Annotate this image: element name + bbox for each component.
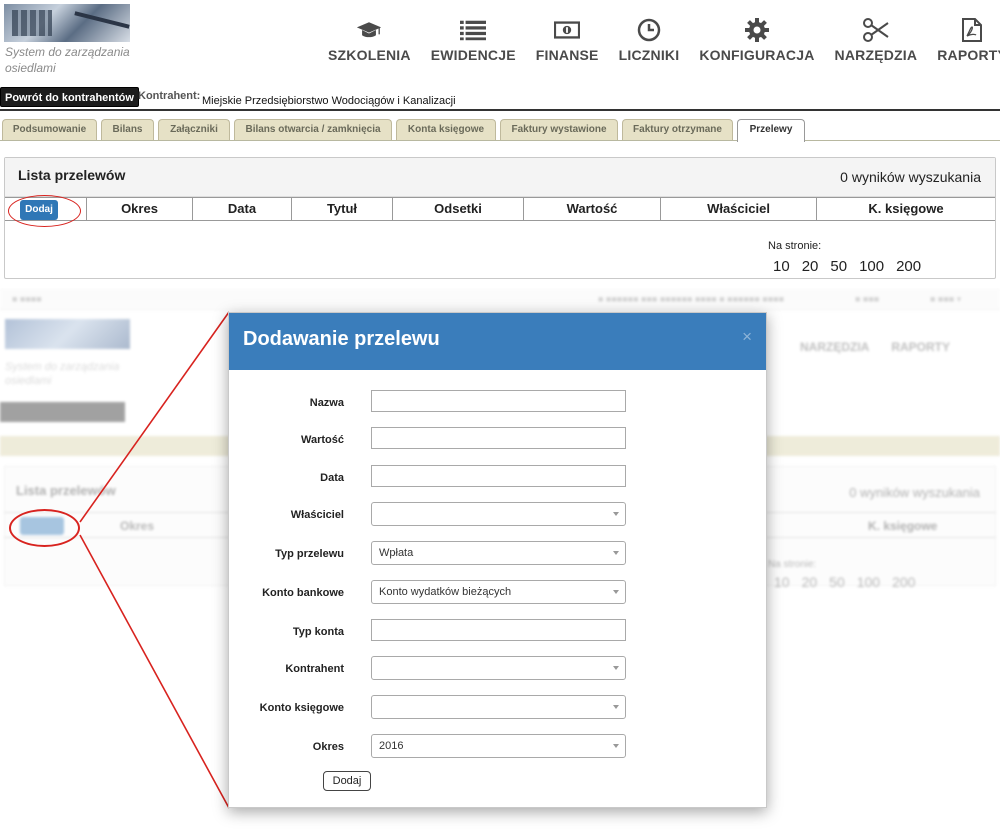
data-input[interactable] [371, 465, 626, 487]
per-page-50[interactable]: 50 [830, 258, 847, 275]
field-row-typ-przelewu: Typ przelewu Wpłata [229, 541, 766, 567]
tab-faktury-wystawione[interactable]: Faktury wystawione [500, 119, 618, 140]
chevron-down-icon [613, 512, 619, 516]
gear-icon [744, 18, 770, 42]
submit-add-button[interactable]: Dodaj [323, 771, 371, 791]
tab-bilans-otwarcia[interactable]: Bilans otwarcia / zamknięcia [234, 119, 392, 140]
money-icon [554, 18, 581, 42]
tab-konta-ksiegowe[interactable]: Konta księgowe [396, 119, 496, 140]
field-row-okres: Okres 2016 [229, 734, 766, 760]
highlight-ellipse-bottom [9, 509, 80, 547]
col-wlasciciel[interactable]: Właściciel [660, 198, 816, 220]
panel-header: Lista przelewów 0 wyników wyszukania [5, 158, 995, 197]
chevron-down-icon [613, 705, 619, 709]
field-row-konto-ksiegowe: Konto księgowe [229, 695, 766, 721]
field-row-nazwa: Nazwa [229, 390, 766, 416]
typ-przelewu-select[interactable]: Wpłata [371, 541, 626, 565]
label-typ-przelewu: Typ przelewu [275, 548, 344, 560]
highlight-ellipse-top [8, 195, 81, 227]
konto-bankowe-select[interactable]: Konto wydatków bieżących [371, 580, 626, 604]
col-okres[interactable]: Okres [86, 198, 192, 220]
col-k-ksiegowe[interactable]: K. księgowe [816, 198, 995, 220]
col-tytul[interactable]: Tytuł [291, 198, 392, 220]
tab-zalaczniki[interactable]: Załączniki [158, 119, 230, 140]
label-typ-konta: Typ konta [292, 626, 344, 638]
tab-faktury-otrzymane[interactable]: Faktury otrzymane [622, 119, 733, 140]
per-page-options: 10 20 50 100 200 [773, 258, 921, 275]
clock-icon [636, 18, 662, 42]
scissors-icon [862, 18, 889, 42]
list-icon [460, 18, 487, 42]
field-row-typ-konta: Typ konta [229, 619, 766, 645]
field-row-wartosc: Wartość [229, 427, 766, 453]
label-okres: Okres [312, 741, 344, 753]
add-transfer-modal: Dodawanie przelewu × Nazwa Wartość Data … [228, 312, 767, 808]
results-count: 0 wyników wyszukania [840, 169, 981, 185]
close-icon[interactable]: × [742, 327, 752, 347]
nav-narzedzia[interactable]: NARZĘDZIA [835, 18, 918, 68]
tab-przelewy[interactable]: Przelewy [737, 119, 805, 142]
tab-bar: Podsumowanie Bilans Załączniki Bilans ot… [0, 119, 1000, 142]
contractor-label: Kontrahent: [138, 90, 201, 102]
label-nazwa: Nazwa [309, 397, 344, 409]
tab-podsumowanie[interactable]: Podsumowanie [2, 119, 97, 140]
chevron-down-icon [613, 744, 619, 748]
konto-ksiegowe-select[interactable] [371, 695, 626, 719]
modal-title: Dodawanie przelewu [243, 328, 440, 350]
okres-select[interactable]: 2016 [371, 734, 626, 758]
pdf-file-icon [959, 18, 985, 42]
contractor-bar: Powrót do kontrahentów Kontrahent: Miejs… [0, 87, 1000, 109]
typ-konta-input[interactable] [371, 619, 626, 641]
label-konto-ksiegowe: Konto księgowe [259, 702, 344, 714]
wlasciciel-select[interactable] [371, 502, 626, 526]
logo-text: System do zarządzania osiedlami [5, 45, 130, 75]
per-page-20[interactable]: 20 [802, 258, 819, 275]
nazwa-input[interactable] [371, 390, 626, 412]
per-page-label: Na stronie: [768, 240, 822, 252]
field-row-konto-bankowe: Konto bankowe Konto wydatków bieżących [229, 580, 766, 606]
wartosc-input[interactable] [371, 427, 626, 449]
label-kontrahent: Kontrahent [285, 663, 344, 675]
label-wlasciciel: Właściciel [290, 509, 344, 521]
field-row-wlasciciel: Właściciel [229, 502, 766, 528]
kontrahent-select[interactable] [371, 656, 626, 680]
nav-szkolenia[interactable]: SZKOLENIA [328, 18, 411, 68]
nav-raporty[interactable]: RAPORTY [937, 18, 1000, 68]
field-row-kontrahent: Kontrahent [229, 656, 766, 682]
per-page-10[interactable]: 10 [773, 258, 790, 275]
col-odsetki[interactable]: Odsetki [392, 198, 523, 220]
back-to-contractors-button[interactable]: Powrót do kontrahentów [0, 87, 139, 107]
table-header: Okres Data Tytuł Odsetki Wartość Właścic… [5, 197, 995, 221]
chevron-down-icon [613, 551, 619, 555]
col-data[interactable]: Data [192, 198, 291, 220]
graduation-cap-icon [356, 18, 382, 42]
label-wartosc: Wartość [301, 434, 344, 446]
divider [0, 109, 1000, 111]
app-screen: System do zarządzania osiedlami SZKOLENI… [0, 0, 1000, 286]
modal-header: Dodawanie przelewu × [229, 313, 766, 370]
nav-liczniki[interactable]: LICZNIKI [619, 18, 680, 68]
field-row-data: Data [229, 465, 766, 491]
nav-konfiguracja[interactable]: KONFIGURACJA [699, 18, 814, 68]
logo-image [4, 4, 130, 42]
per-page-200[interactable]: 200 [896, 258, 921, 275]
chevron-down-icon [613, 590, 619, 594]
nav-finanse[interactable]: FINANSE [536, 18, 599, 68]
main-nav: SZKOLENIA EWIDENCJE FINANSE LICZNIKI KON… [318, 18, 1000, 68]
panel-title: Lista przelewów [18, 167, 126, 183]
contractor-value: Miejskie Przedsiębiorstwo Wodociągów i K… [202, 95, 456, 107]
label-konto-bankowe: Konto bankowe [262, 587, 344, 599]
nav-ewidencje[interactable]: EWIDENCJE [431, 18, 516, 68]
col-wartosc[interactable]: Wartość [523, 198, 660, 220]
per-page-100[interactable]: 100 [859, 258, 884, 275]
chevron-down-icon [613, 666, 619, 670]
label-data: Data [320, 472, 344, 484]
tab-bilans[interactable]: Bilans [101, 119, 154, 140]
